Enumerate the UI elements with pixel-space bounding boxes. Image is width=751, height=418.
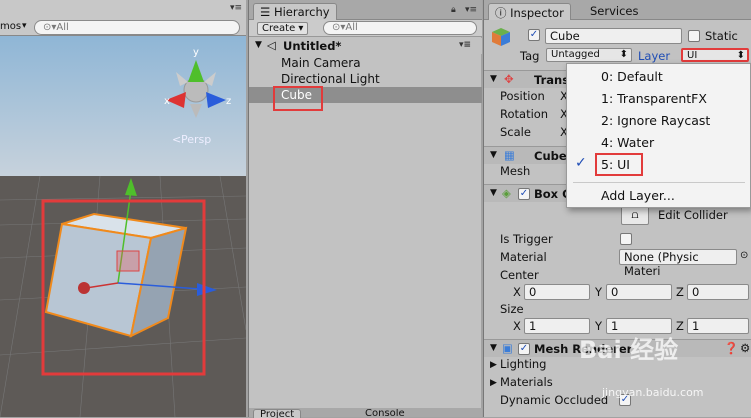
info-icon: ⓘ	[495, 6, 511, 20]
inspector-tabbar: ⓘ Inspector Services	[484, 0, 751, 20]
object-name-field[interactable]: Cube	[545, 28, 682, 44]
updown-icon: ⬍	[619, 49, 628, 60]
layer-option-default[interactable]: 0: Default	[567, 66, 750, 88]
mesh-renderer-icon: ▣	[502, 341, 513, 355]
expand-arrow-icon: ▼	[490, 74, 497, 84]
search-icon: ⊙▾	[43, 22, 57, 33]
materials-label[interactable]: Materials	[500, 375, 553, 389]
tab-hierarchy[interactable]: ☰ Hierarchy	[253, 3, 337, 20]
expand-arrow-icon: ▼	[490, 150, 497, 160]
updown-icon: ⬍	[736, 50, 745, 61]
hierarchy-panel: ☰ Hierarchy 🔒︎ ▾≡ Create ▾ ⊙▾All ▼ ◁ Unt…	[248, 0, 482, 418]
center-y-field[interactable]: 0	[606, 284, 672, 300]
center-y-label: Y	[595, 285, 603, 299]
size-z-field[interactable]: 1	[687, 318, 749, 334]
persp-arrow: <	[172, 133, 181, 146]
persp-label[interactable]: Persp	[181, 133, 211, 146]
search-icon: ⊙▾	[332, 22, 346, 33]
position-label: Position	[500, 89, 545, 103]
edit-collider-button[interactable]: ⩍	[621, 205, 649, 225]
panel-menu-icon[interactable]: ▾≡	[465, 5, 477, 15]
create-button[interactable]: Create ▾	[257, 22, 309, 35]
center-x-field[interactable]: 0	[524, 284, 590, 300]
scene-root-row[interactable]: ▼ ◁ Untitled* ▾≡	[249, 38, 482, 54]
mesh-renderer-enabled-checkbox[interactable]: ✓	[518, 343, 530, 355]
layer-option-ignore-raycast[interactable]: 2: Ignore Raycast	[567, 110, 750, 132]
watermark-url: jingyan.baidu.com	[602, 386, 704, 399]
gizmo-x-label: x	[164, 96, 170, 107]
panel-menu-icon[interactable]: ▾≡	[230, 3, 242, 13]
tag-dropdown[interactable]: Untagged ⬍	[546, 48, 632, 62]
expand-arrow-icon[interactable]: ▼	[255, 40, 262, 50]
add-layer-option[interactable]: Add Layer...	[567, 185, 750, 207]
chevron-down-icon: ▾	[298, 23, 304, 34]
material-field[interactable]: None (Physic Materi	[619, 249, 737, 278]
scene-toolbar: ▾≡ mos ▾ ⊙▾All	[0, 0, 246, 36]
lighting-label[interactable]: Lighting	[500, 357, 546, 371]
scene-name: Untitled*	[283, 39, 342, 53]
layer-dropdown-menu: 0: Default 1: TransparentFX 2: Ignore Ra…	[566, 63, 751, 208]
object-picker-icon[interactable]: ⊙	[740, 250, 748, 261]
expand-arrow-icon: ▼	[490, 188, 497, 198]
unity-scene-icon: ◁	[267, 38, 276, 52]
materials-expand-icon[interactable]: ▶	[490, 378, 497, 388]
hierarchy-item-directional-light[interactable]: Directional Light	[249, 71, 482, 87]
box-collider-enabled-checkbox[interactable]: ✓	[518, 188, 530, 200]
lighting-expand-icon[interactable]: ▶	[490, 360, 497, 370]
help-icon[interactable]: ❓	[724, 341, 738, 355]
tag-label: Tag	[520, 49, 540, 63]
gizmo-x-handle	[78, 282, 90, 294]
dynamic-occluded-label: Dynamic Occluded	[500, 393, 609, 407]
hierarchy-icon: ☰	[260, 5, 274, 19]
menu-separator	[573, 182, 745, 183]
bottom-tabbar: Project Console	[249, 408, 482, 418]
box-collider-icon: ◈	[502, 186, 511, 200]
active-checkbox[interactable]: ✓	[528, 29, 540, 41]
lock-icon[interactable]: 🔒︎	[451, 5, 456, 15]
static-checkbox[interactable]	[688, 30, 700, 42]
material-label: Material	[500, 250, 547, 264]
cube-item-highlight	[273, 86, 323, 111]
layer-option-transparentfx[interactable]: 1: TransparentFX	[567, 88, 750, 110]
gizmos-dropdown[interactable]: mos	[0, 21, 21, 32]
scene-search-input[interactable]: ⊙▾All	[34, 20, 240, 35]
hierarchy-toolbar: Create ▾ ⊙▾All	[249, 20, 482, 37]
expand-arrow-icon: ▼	[490, 343, 497, 353]
mesh-label: Mesh	[500, 164, 531, 178]
gizmo-plane-handle	[116, 250, 140, 272]
center-label: Center	[500, 268, 539, 282]
hierarchy-tabbar: ☰ Hierarchy 🔒︎ ▾≡	[249, 0, 482, 20]
watermark-logo: Bai 经验	[579, 336, 679, 364]
rotation-label: Rotation	[500, 107, 549, 121]
center-x-label: X	[513, 285, 521, 299]
hierarchy-item-main-camera[interactable]: Main Camera	[249, 55, 482, 71]
gizmo-y-label: y	[193, 47, 199, 58]
cube-object-icon	[490, 26, 512, 48]
layer-option-water[interactable]: 4: Water	[567, 132, 750, 154]
is-trigger-checkbox[interactable]	[620, 233, 632, 245]
tab-inspector[interactable]: ⓘ Inspector	[488, 3, 571, 20]
center-z-field[interactable]: 0	[687, 284, 749, 300]
scene-view[interactable]: y x z < Persp ▾≡ mos ▾ ⊙▾All	[0, 0, 246, 417]
scene-canvas[interactable]: y x z < Persp	[0, 0, 246, 417]
gizmo-z-label: z	[226, 96, 231, 107]
scale-label: Scale	[500, 125, 531, 139]
layer-label: Layer	[638, 49, 671, 63]
size-label: Size	[500, 302, 524, 316]
transform-icon: ✥	[504, 72, 514, 86]
tab-services[interactable]: Services	[584, 3, 645, 20]
scene-menu-icon[interactable]: ▾≡	[459, 40, 471, 50]
static-label: Static	[705, 29, 738, 43]
mesh-filter-icon: ▦	[504, 148, 515, 162]
hierarchy-search-input[interactable]: ⊙▾All	[323, 21, 477, 35]
center-z-label: Z	[676, 285, 684, 299]
gizmos-chevron-icon[interactable]: ▾	[22, 21, 27, 31]
size-x-label: X	[513, 319, 521, 333]
layer-dropdown[interactable]: UI ⬍	[681, 48, 749, 62]
gear-icon[interactable]: ⚙	[740, 341, 750, 355]
is-trigger-label: Is Trigger	[500, 232, 553, 246]
edit-collider-label: Edit Collider	[658, 208, 728, 222]
ui-option-highlight	[595, 153, 643, 176]
edit-collider-icon: ⩍	[631, 208, 639, 221]
